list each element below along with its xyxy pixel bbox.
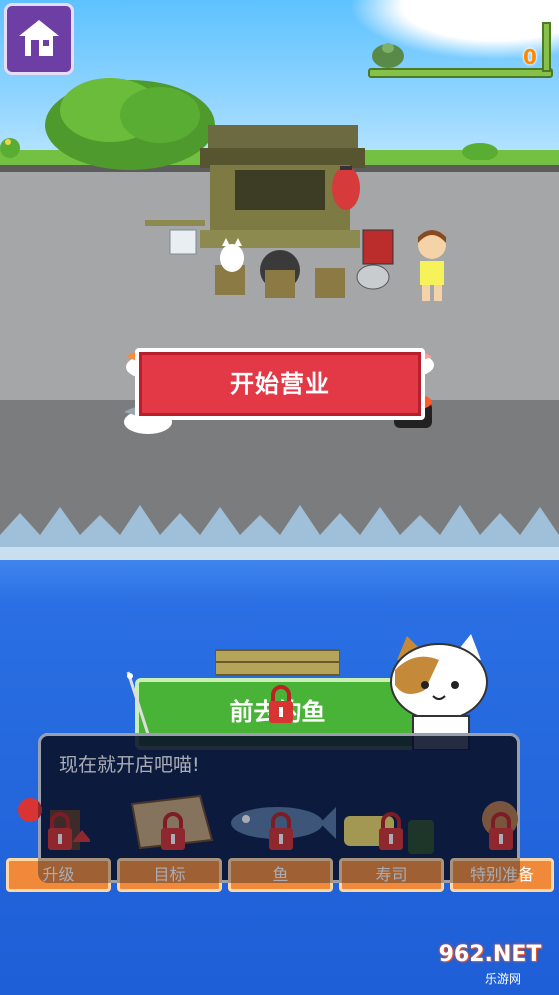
dialog-text: 现在就开店吧喵!: [59, 754, 200, 776]
menu-target-button[interactable]: 目标: [117, 858, 222, 892]
menu-upgrade-label: 升级: [42, 865, 75, 884]
waves: [0, 495, 559, 565]
menu-special-button[interactable]: 特别准备: [450, 858, 554, 892]
cat-character: [390, 634, 488, 750]
bamboo-pole: [542, 22, 551, 72]
menu-lock-icon: [48, 812, 72, 850]
start-business-label: 开始营业: [230, 370, 330, 398]
menu-fish-label: 鱼: [272, 865, 289, 884]
menu-fish-button[interactable]: 鱼: [228, 858, 333, 892]
start-business-button[interactable]: 开始营业: [135, 348, 425, 420]
fishing-rod-icon: [126, 671, 150, 735]
menu-lock-icon: [379, 812, 403, 850]
house-icon: [19, 20, 59, 56]
lock-icon: [269, 685, 293, 723]
coin-pouch-icon: [372, 43, 404, 68]
bucket-equipment: [356, 229, 394, 290]
watermark-sub: 乐游网: [485, 972, 522, 986]
watermark-logo: 962.NET 乐游网: [425, 942, 555, 990]
coin-count: 0: [523, 45, 537, 69]
menu-upgrade-button[interactable]: 升级: [6, 858, 111, 892]
menu-lock-icon: [161, 812, 185, 850]
small-bush: [462, 143, 498, 160]
menu-target-label: 目标: [153, 865, 186, 884]
menu-sushi-button[interactable]: 寿司: [339, 858, 444, 892]
progress-track: [368, 68, 553, 78]
menu-lock-icon: [489, 812, 513, 850]
home-button[interactable]: [4, 3, 74, 75]
flower-bush: [0, 138, 20, 158]
menu-special-label: 特别准备: [469, 865, 534, 884]
boy-character: [418, 230, 446, 301]
wooden-raft: [215, 649, 340, 676]
menu-lock-icon: [269, 812, 293, 850]
menu-sushi-label: 寿司: [375, 865, 408, 884]
watermark-brand: 962.NET: [438, 942, 542, 967]
